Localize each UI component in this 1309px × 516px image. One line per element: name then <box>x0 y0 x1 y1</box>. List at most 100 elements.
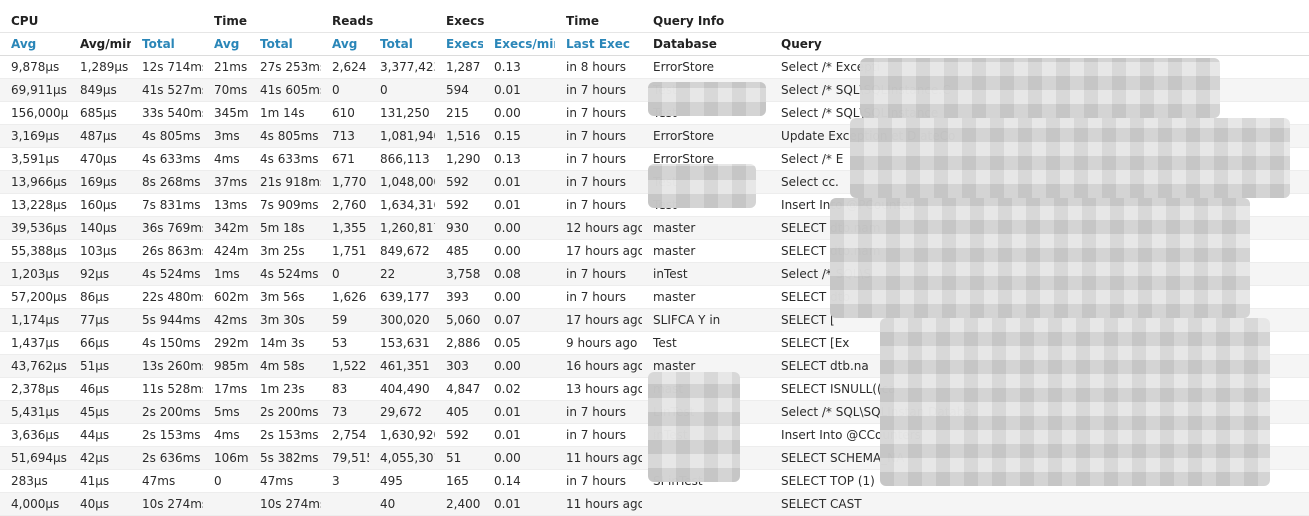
cell-time-avg: 70ms <box>203 78 250 102</box>
cell-execs: 1,290 <box>435 147 484 171</box>
cell-last-exec: in 8 hours <box>555 55 643 79</box>
cell-last-exec: in 7 hours <box>555 400 643 424</box>
table-row[interactable]: 283µs 41µs 47ms 0 47ms 3 495 165 0.14 in 7 hours S… <box>0 469 1309 493</box>
col-reads-avg[interactable]: Avg <box>321 32 370 56</box>
cell-reads-avg: 1,751 <box>321 239 370 263</box>
cell-cpu-avg-per-min: 685µs <box>69 101 131 125</box>
cell-cpu-avg: 57,200µs <box>0 285 69 309</box>
cell-last-exec: in 7 hours <box>555 101 643 125</box>
table-row[interactable]: 3,591µs 470µs 4s 633ms 4ms 4s 633ms 671 866,11… <box>0 147 1309 171</box>
cell-execs-per-min: 0.02 <box>483 377 556 401</box>
cell-time-avg: 1ms <box>203 262 250 286</box>
table-row[interactable]: 4,000µs 40µs 10s 274ms 10s 274ms 40 2,400 0.01… <box>0 492 1309 516</box>
cell-execs: 1,516 <box>435 124 484 148</box>
table-row[interactable]: 55,388µs103µs26s 863ms424ms3m 25s1,75184… <box>0 239 1309 263</box>
cell-database: Test <box>642 78 771 102</box>
cell-reads-total: 1,630,920 <box>369 423 436 447</box>
cell-cpu-total: 13s 260ms <box>131 354 204 378</box>
cell-query: Select cc. <box>770 170 1309 194</box>
group-query-info: Query Info <box>642 10 1309 33</box>
cell-cpu-total: 4s 805ms <box>131 124 204 148</box>
table-row[interactable]: 3,169µs 487µs 4s 805ms 3ms 4s 805ms 713 1,081,… <box>0 124 1309 148</box>
table-row[interactable]: 57,200µs86µs22s 480ms602ms3m 56s1,626639… <box>0 285 1309 309</box>
cell-cpu-avg-per-min: 51µs <box>69 354 131 378</box>
table-row[interactable]: 51,694µs42µs2s 636ms106ms5s 382ms79,5154… <box>0 446 1309 470</box>
table-row[interactable]: 1,174µs 77µs 5s 944ms 42ms 3m 30s 59 300,020 5,… <box>0 308 1309 332</box>
cell-last-exec: in 7 hours <box>555 423 643 447</box>
cell-cpu-total: 33s 540ms <box>131 101 204 125</box>
cell-time-avg: 602ms <box>203 285 250 309</box>
cell-cpu-avg: 1,174µs <box>0 308 69 332</box>
cell-last-exec: in 7 hours <box>555 124 643 148</box>
group-cpu: CPU <box>0 10 204 33</box>
cell-reads-avg: 1,770 <box>321 170 370 194</box>
cell-last-exec: in 7 hours <box>555 285 643 309</box>
table-row[interactable]: 2,378µs 46µs 11s 528ms 17ms 1m 23s 83 404,490 4… <box>0 377 1309 401</box>
col-execs[interactable]: Execs <box>435 32 484 56</box>
table-row[interactable]: 39,536µs140µs36s 769ms342ms5m 18s1,3551,… <box>0 216 1309 240</box>
cell-cpu-avg-per-min: 1,289µs <box>69 55 131 79</box>
cell-query: SELECT dtb.nam <box>770 239 1309 263</box>
table-row[interactable]: 1,437µs66µs4s 150ms292ms14m 3s53153,6312… <box>0 331 1309 355</box>
cell-cpu-avg-per-min: 40µs <box>69 492 131 516</box>
cell-time-avg: 17ms <box>203 377 250 401</box>
cell-execs-per-min: 0.00 <box>483 285 556 309</box>
cell-time-total: 2s 153ms <box>249 423 322 447</box>
cell-last-exec: 16 hours ago <box>555 354 643 378</box>
cell-cpu-avg: 1,437µs <box>0 331 69 355</box>
cell-time-avg: 3ms <box>203 124 250 148</box>
col-time-total[interactable]: Total <box>249 32 322 56</box>
cell-reads-total: 0 <box>369 78 436 102</box>
col-cpu-total[interactable]: Total <box>131 32 204 56</box>
cell-query: Select /* Excepti <box>770 55 1309 79</box>
cell-query: Select /* SQL\SQLInstance.C <box>770 78 1309 102</box>
table-row[interactable]: 13,228µs 160µs 7s 831ms 13ms 7s 909ms 2,760 1,… <box>0 193 1309 217</box>
cell-time-total: 3m 25s <box>249 239 322 263</box>
cell-database: inTest <box>642 423 771 447</box>
cell-reads-avg: 0 <box>321 78 370 102</box>
table-row[interactable]: 5,431µs 45µs 2s 200ms 5ms 2s 200ms 73 29,672 40… <box>0 400 1309 424</box>
cell-cpu-avg-per-min: 169µs <box>69 170 131 194</box>
cell-reads-avg <box>321 492 370 516</box>
group-reads: Reads <box>321 10 436 33</box>
cell-query: Insert Into @CCounters <box>770 423 1309 447</box>
cell-cpu-avg-per-min: 103µs <box>69 239 131 263</box>
table-row[interactable]: 156,000µs685µs33s 540ms345ms1m 14s610131… <box>0 101 1309 125</box>
cell-last-exec: in 7 hours <box>555 147 643 171</box>
table-row[interactable]: 1,203µs 92µs 4s 524ms 1ms 4s 524ms 0 22 3,758 0.… <box>0 262 1309 286</box>
table-row[interactable]: 3,636µs 44µs 2s 153ms 4ms 2s 153ms 2,754 1,630… <box>0 423 1309 447</box>
cell-query: SELECT dtb <box>770 285 1309 309</box>
cell-reads-total: 22 <box>369 262 436 286</box>
col-execs-per-min[interactable]: Execs/min <box>483 32 556 56</box>
group-execs: Execs <box>435 10 556 33</box>
table-row[interactable]: 9,878µs 1,289µs 12s 714ms 21ms 27s 253ms 2,62… <box>0 55 1309 79</box>
cell-query: SELECT dtb.nam <box>770 216 1309 240</box>
cell-time-avg: 342ms <box>203 216 250 240</box>
cell-cpu-total: 26s 863ms <box>131 239 204 263</box>
table-row[interactable]: 13,966µs 169µs 8s 268ms 37ms 21s 918ms 1,770 1… <box>0 170 1309 194</box>
cell-time-avg: 985ms <box>203 354 250 378</box>
cell-cpu-avg-per-min: 849µs <box>69 78 131 102</box>
cell-execs: 303 <box>435 354 484 378</box>
cell-cpu-avg: 1,203µs <box>0 262 69 286</box>
cell-reads-avg: 1,522 <box>321 354 370 378</box>
cell-cpu-total: 4s 524ms <box>131 262 204 286</box>
cell-reads-avg: 671 <box>321 147 370 171</box>
cell-cpu-avg-per-min: 140µs <box>69 216 131 240</box>
cell-cpu-avg: 51,694µs <box>0 446 69 470</box>
cell-cpu-avg: 156,000µs <box>0 101 69 125</box>
col-last-exec[interactable]: Last Exec <box>555 32 643 56</box>
col-cpu-avg[interactable]: Avg <box>0 32 69 56</box>
cell-query: Select /* SQL\SQLInstance <box>770 101 1309 125</box>
cell-cpu-avg-per-min: 86µs <box>69 285 131 309</box>
cell-reads-total: 153,631 <box>369 331 436 355</box>
table-row[interactable]: 69,911µs 849µs 41s 527ms 70ms 41s 605ms 0 0 594… <box>0 78 1309 102</box>
table-row[interactable]: 43,762µs51µs13s 260ms985ms4m 58s1,522461… <box>0 354 1309 378</box>
cell-database: LinTest <box>642 400 771 424</box>
cell-database: Test <box>642 101 771 125</box>
cell-reads-total: 866,113 <box>369 147 436 171</box>
cell-cpu-total: 12s 714ms <box>131 55 204 79</box>
cell-database: SLIFCA Y in <box>642 308 771 332</box>
col-reads-total[interactable]: Total <box>369 32 436 56</box>
col-time-avg[interactable]: Avg <box>203 32 250 56</box>
